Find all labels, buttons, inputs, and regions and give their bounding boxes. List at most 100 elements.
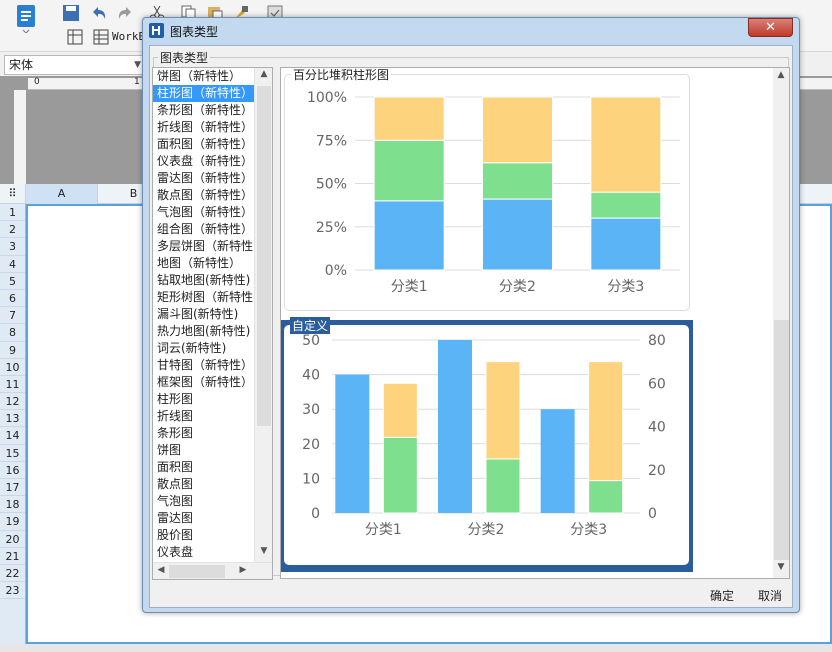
font-select[interactable]: 宋体 ▼: [4, 55, 146, 75]
scroll-thumb[interactable]: [774, 320, 789, 560]
y-tick-label: 75%: [316, 133, 347, 149]
row-header-cell[interactable]: 2: [0, 221, 25, 239]
chart-option-custom[interactable]: 自定义 0 10 20 30 40 50 0 20 40 60 80 分类1 分类2 分类3: [284, 317, 689, 565]
percent-stacked-bar-chart: 0% 25% 50% 75% 100% 分类1 分类2 分类3: [307, 90, 680, 295]
ok-button[interactable]: 确定: [702, 587, 742, 605]
right-y-tick-label: 60: [648, 376, 666, 392]
left-y-tick-label: 30: [302, 402, 320, 418]
row-header-cell[interactable]: 10: [0, 359, 25, 376]
column-a[interactable]: A: [26, 184, 98, 204]
redo-icon[interactable]: [116, 4, 134, 22]
row-header-cell[interactable]: 7: [0, 307, 25, 325]
row-header-cell[interactable]: 11: [0, 376, 25, 394]
chart-option-percent-stacked[interactable]: 百分比堆积柱形图 0% 25% 50% 75% 100% 分类1 分类2 分类3: [284, 68, 690, 311]
chart-option-custom-selected[interactable]: 自定义 0 10 20 30 40 50 0 20 40 60 80 分类1 分类2 分类3: [281, 317, 693, 572]
bar-segment: [382, 382, 418, 438]
ruler-mark: 0: [34, 77, 40, 87]
close-icon: ✕: [765, 20, 776, 35]
undo-icon[interactable]: [90, 4, 108, 22]
row-header-cell[interactable]: 22: [0, 565, 25, 583]
x-tick-label: 分类3: [607, 279, 644, 295]
bar: [540, 409, 575, 513]
scroll-up-icon[interactable]: ▲: [256, 69, 272, 79]
left-y-tick-label: 20: [302, 437, 320, 453]
save-icon[interactable]: [62, 4, 80, 22]
workbook-tab-label[interactable]: WorkB: [112, 30, 145, 43]
app-menu-icon[interactable]: [14, 3, 38, 33]
chart-type-list[interactable]: 饼图（新特性） 柱形图（新特性） 条形图（新特性） 折线图（新特性） 面积图（新特性）仪…: [152, 67, 273, 580]
x-tick-label: 分类1: [365, 522, 402, 538]
combo-bar-chart: 0 10 20 30 40 50 0 20 40 60 80 分类1 分类2 分类3: [302, 333, 666, 538]
bar-segment: [482, 96, 553, 164]
left-y-tick-label: 50: [302, 333, 320, 349]
status-bar: [0, 644, 832, 652]
bar: [335, 374, 370, 513]
row-header-cell[interactable]: 3: [0, 238, 25, 256]
left-y-tick-label: 10: [302, 471, 320, 487]
row-header-cell[interactable]: 14: [0, 427, 25, 445]
bar-segment: [588, 361, 624, 482]
cancel-button[interactable]: 取消: [750, 587, 790, 605]
row-header-cell[interactable]: 15: [0, 445, 25, 462]
right-y-tick-label: 20: [648, 463, 666, 479]
scroll-down-icon[interactable]: ▼: [256, 546, 272, 556]
list-vertical-scrollbar[interactable]: ▲ ▼: [254, 68, 272, 562]
workbook-icon: [93, 29, 109, 45]
vertical-ruler: [14, 90, 26, 184]
scroll-up-icon[interactable]: ▲: [773, 70, 789, 80]
list-horizontal-scrollbar[interactable]: ◀ ▶: [153, 562, 272, 579]
row-header-cell[interactable]: 17: [0, 479, 25, 497]
scroll-right-icon[interactable]: ▶: [235, 565, 251, 575]
chart-type-dialog: 图表类型 ✕ 图表类型 饼图（新特性） 柱形图（新特性） 条形图（新特性） 折线图（新…: [142, 17, 800, 613]
chevron-down-icon: ▼: [134, 60, 141, 70]
bar-segment: [482, 198, 553, 271]
bar-segment: [590, 96, 662, 193]
bar-segment: [485, 458, 521, 514]
close-button[interactable]: ✕: [748, 18, 793, 37]
chart-preview-pane: 百分比堆积柱形图 0% 25% 50% 75% 100% 分类1 分类2 分类3 自定义 01…: [280, 67, 790, 579]
font-select-value: 宋体: [9, 58, 34, 72]
row-header-cell[interactable]: 4: [0, 256, 25, 273]
row-header-cell[interactable]: 20: [0, 531, 25, 548]
left-y-tick-label: 0: [311, 506, 320, 522]
row-header-cell[interactable]: 1: [0, 204, 25, 222]
x-tick-label: 分类3: [570, 522, 607, 538]
row-header-cell[interactable]: 23: [0, 582, 25, 600]
row-header-cell[interactable]: 8: [0, 324, 25, 342]
group-label: 图表类型: [158, 49, 211, 66]
scroll-down-icon[interactable]: ▼: [773, 562, 789, 572]
bar-segment: [590, 217, 662, 271]
y-tick-label: 25%: [316, 220, 347, 236]
scroll-thumb[interactable]: [257, 86, 271, 426]
row-header-cell[interactable]: 18: [0, 496, 25, 514]
grid-icon[interactable]: [66, 28, 84, 46]
x-tick-label: 分类1: [391, 279, 428, 295]
scroll-left-icon[interactable]: ◀: [153, 565, 169, 575]
right-y-tick-label: 0: [648, 506, 657, 522]
y-tick-label: 0%: [325, 263, 347, 279]
dialog-titlebar[interactable]: 图表类型 ✕: [143, 18, 799, 44]
row-header-cell[interactable]: 19: [0, 513, 25, 531]
y-tick-label: 50%: [316, 177, 347, 193]
x-tick-label: 分类2: [499, 279, 536, 295]
scroll-thumb[interactable]: [169, 565, 225, 578]
row-header-cell[interactable]: 6: [0, 290, 25, 308]
right-y-tick-label: 80: [648, 333, 666, 349]
bar-segment: [373, 200, 445, 271]
row-header-cell[interactable]: 9: [0, 342, 25, 359]
row-header-cell[interactable]: 13: [0, 410, 25, 428]
row-header-cell[interactable]: 5: [0, 273, 25, 290]
row-header-cell[interactable]: 16: [0, 462, 25, 479]
bar: [438, 340, 472, 513]
bar-segment: [373, 96, 445, 141]
select-all-corner[interactable]: ⠿: [0, 184, 26, 204]
bar-segment: [382, 436, 418, 514]
row-header-cell[interactable]: 21: [0, 548, 25, 565]
preview-vertical-scrollbar[interactable]: ▲ ▼: [773, 68, 789, 578]
right-y-tick-label: 40: [648, 420, 666, 436]
row-header-cell[interactable]: 12: [0, 393, 25, 411]
row-header: 1 2 3 4 5 6 7 8 9 10 11 12 13 14 15 16 17 18 19 20 21 22 23: [0, 204, 26, 644]
left-y-tick-label: 40: [302, 368, 320, 384]
x-tick-label: 分类2: [468, 522, 505, 538]
bar-segment: [588, 480, 624, 514]
